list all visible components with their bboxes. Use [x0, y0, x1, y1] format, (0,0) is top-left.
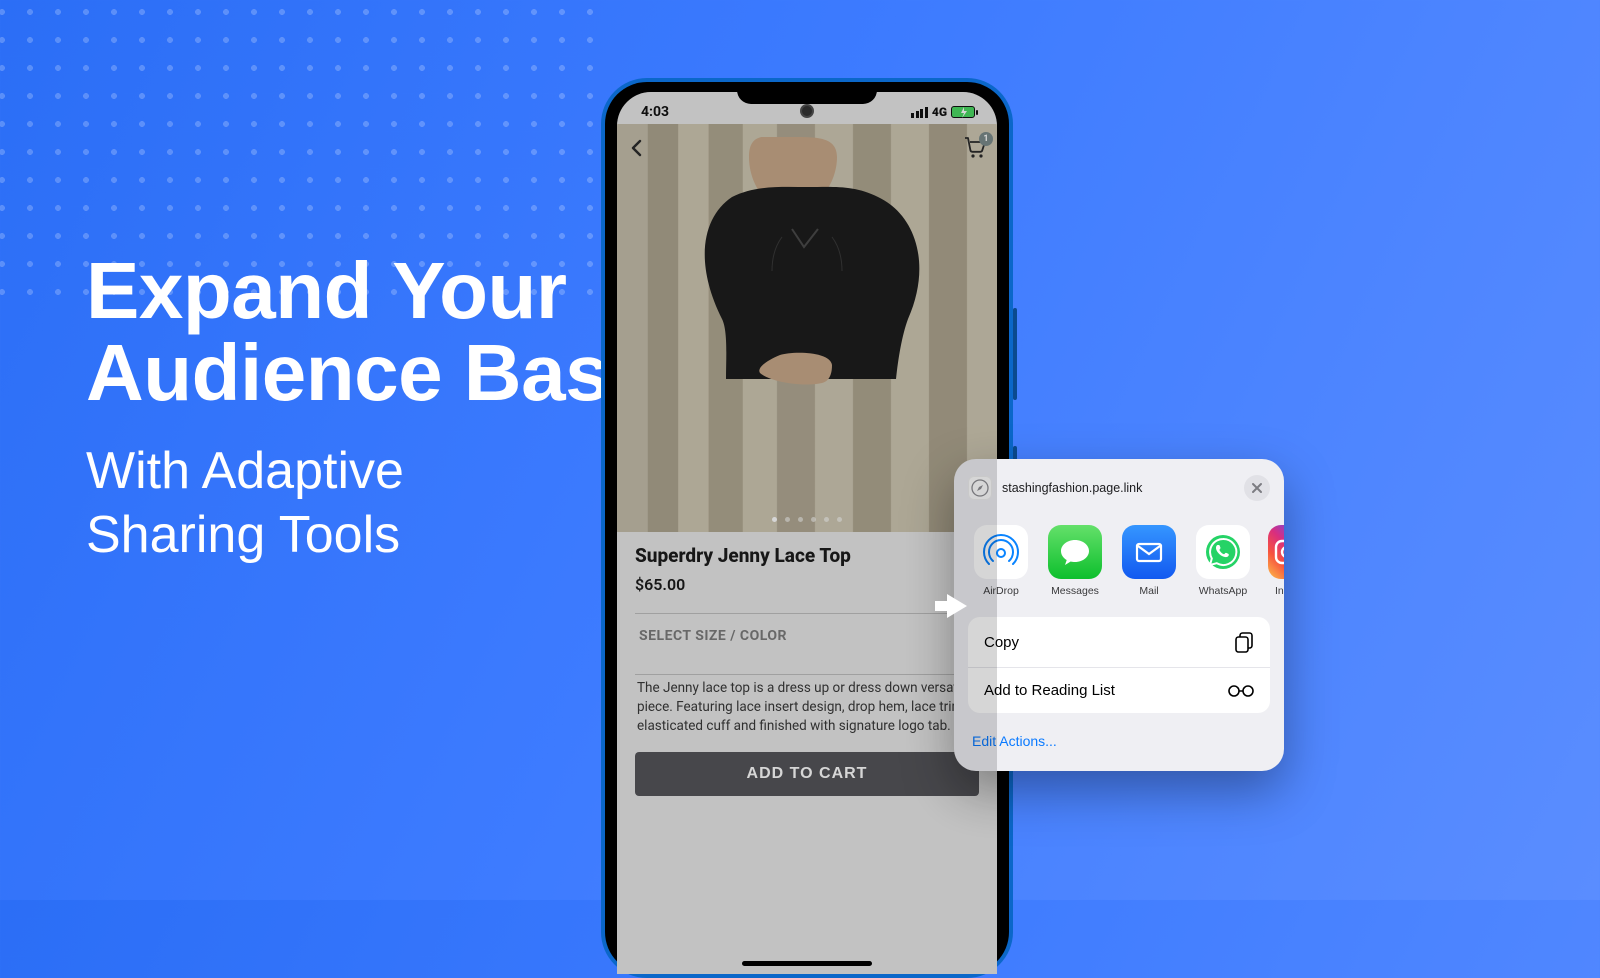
- close-button[interactable]: [1244, 475, 1270, 501]
- share-sheet: stashingfashion.page.link AirDrop Messag…: [954, 459, 1284, 771]
- home-indicator: [742, 961, 872, 966]
- app-label: Ins: [1275, 585, 1284, 597]
- copy-action[interactable]: Copy: [968, 617, 1270, 667]
- reading-list-action[interactable]: Add to Reading List: [968, 667, 1270, 713]
- phone-notch: [737, 82, 877, 104]
- phone-side-button: [1013, 308, 1017, 400]
- airdrop-icon: [974, 525, 1028, 579]
- hero-copy: Expand Your Audience Base With Adaptive …: [86, 250, 653, 568]
- signal-icon: [911, 107, 928, 118]
- app-label: Mail: [1139, 585, 1158, 597]
- share-apps-row: AirDrop Messages Mail WhatsApp Ins: [968, 525, 1270, 597]
- select-size-row[interactable]: SELECT SIZE / COLOR: [635, 614, 979, 658]
- whatsapp-icon: [1196, 525, 1250, 579]
- hero-sub-line1: With Adaptive: [86, 442, 404, 500]
- cart-button[interactable]: 1: [963, 136, 987, 162]
- cart-badge: 1: [979, 132, 993, 146]
- instagram-icon: [1268, 525, 1284, 579]
- action-label: Copy: [984, 634, 1019, 651]
- hero-subtitle: With Adaptive Sharing Tools: [86, 439, 653, 568]
- hero-title-line2: Audience Base: [86, 328, 653, 417]
- hero-title: Expand Your Audience Base: [86, 250, 653, 415]
- product-price: $65.00: [635, 575, 685, 594]
- glasses-icon: [1228, 684, 1254, 698]
- model-photo: [662, 137, 952, 532]
- share-app-airdrop[interactable]: AirDrop: [972, 525, 1030, 597]
- action-label: Add to Reading List: [984, 682, 1115, 699]
- edit-actions-link[interactable]: Edit Actions...: [968, 725, 1270, 757]
- product-title: Superdry Jenny Lace Top: [635, 544, 979, 567]
- back-button[interactable]: [627, 138, 647, 162]
- share-app-mail[interactable]: Mail: [1120, 525, 1178, 597]
- callout-arrow-icon: [935, 594, 967, 618]
- app-label: AirDrop: [983, 585, 1019, 597]
- app-label: Messages: [1051, 585, 1099, 597]
- app-label: WhatsApp: [1199, 585, 1247, 597]
- share-url: stashingfashion.page.link: [1002, 481, 1142, 495]
- image-pager[interactable]: [772, 517, 842, 522]
- network-label: 4G: [932, 105, 947, 119]
- share-actions-list: Copy Add to Reading List: [968, 617, 1270, 713]
- messages-icon: [1048, 525, 1102, 579]
- product-description: The Jenny lace top is a dress up or dres…: [635, 675, 979, 748]
- share-app-instagram[interactable]: Ins: [1268, 525, 1284, 597]
- hero-sub-line2: Sharing Tools: [86, 506, 400, 564]
- product-image[interactable]: 1: [617, 124, 997, 532]
- copy-icon: [1234, 631, 1254, 653]
- share-app-messages[interactable]: Messages: [1046, 525, 1104, 597]
- mail-icon: [1122, 525, 1176, 579]
- hero-title-line1: Expand Your: [86, 246, 567, 335]
- add-to-cart-button[interactable]: ADD TO CART: [635, 752, 979, 796]
- phone-mockup: 4:03 4G 1: [601, 78, 1013, 978]
- battery-icon: [951, 106, 975, 118]
- safari-icon: [968, 476, 992, 500]
- phone-camera: [800, 104, 814, 118]
- share-app-whatsapp[interactable]: WhatsApp: [1194, 525, 1252, 597]
- status-time: 4:03: [641, 104, 669, 120]
